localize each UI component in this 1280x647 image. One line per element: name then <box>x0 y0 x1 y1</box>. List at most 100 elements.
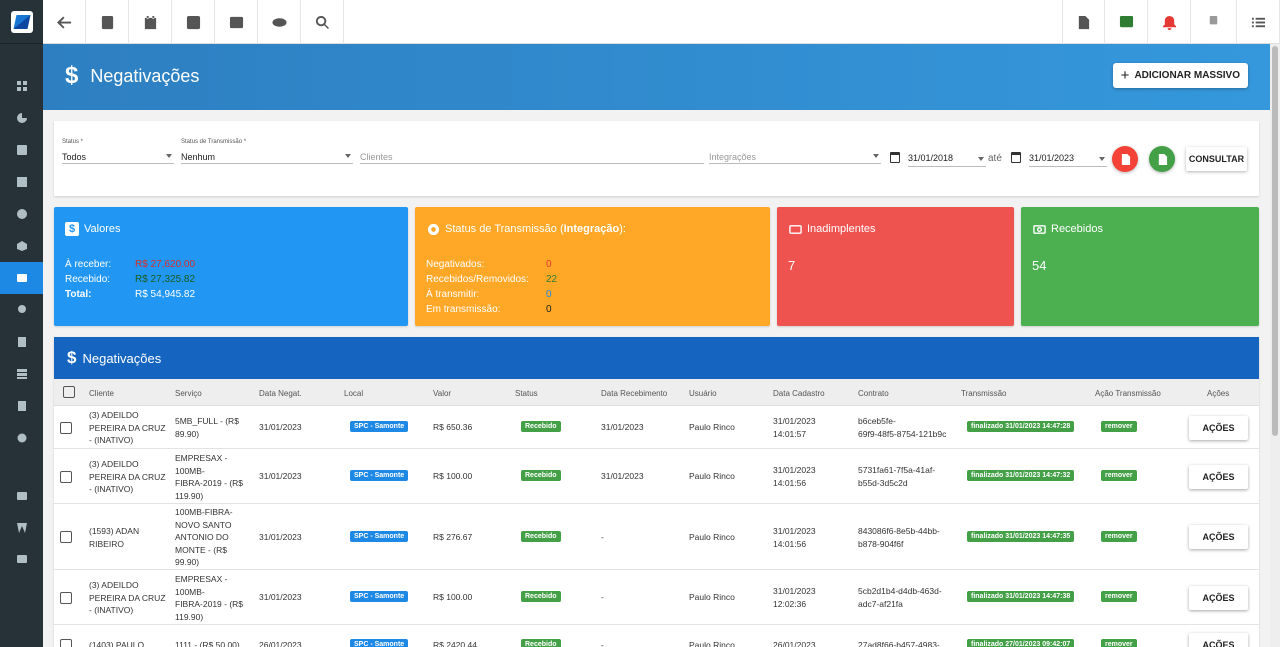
cell-cliente: (1403) PAULO <box>89 640 145 647</box>
actions-button[interactable]: AÇÕES <box>1189 465 1248 489</box>
cell-servico: EMPRESAX -100MB- FIBRA-2019 - (R$ 119.90) <box>175 574 244 622</box>
sidebar-item-location[interactable] <box>0 294 43 326</box>
sidebar-item-wiki[interactable] <box>0 512 43 544</box>
row-checkbox[interactable] <box>60 592 72 604</box>
remove-badge[interactable]: remover <box>1101 639 1137 647</box>
cell-valor: R$ 276.67 <box>433 532 473 542</box>
status-select[interactable]: Status * Todos <box>62 139 174 164</box>
col-contrato[interactable]: Contrato <box>858 389 889 398</box>
terminal-icon <box>229 16 243 28</box>
col-status[interactable]: Status <box>515 389 538 398</box>
col-data-negat[interactable]: Data Negat. <box>259 389 302 398</box>
tasks-button[interactable] <box>1105 0 1148 44</box>
eye-icon <box>271 17 287 27</box>
page-header: $ Negativações + ADICIONAR MASSIVO <box>43 44 1270 110</box>
local-badge: SPC - Samonte <box>350 591 409 602</box>
pdf-button[interactable] <box>1062 0 1105 44</box>
user-menu-button[interactable] <box>1191 0 1237 44</box>
cash-icon <box>1032 222 1046 236</box>
calendar-clock-icon <box>16 209 27 219</box>
col-acoes[interactable]: Ações <box>1207 389 1229 398</box>
cell-usuario: Paulo Rinco <box>689 471 735 481</box>
actions-button[interactable]: AÇÕES <box>1189 525 1248 549</box>
col-servico[interactable]: Serviço <box>175 389 202 398</box>
sidebar-item-panel[interactable] <box>0 166 43 198</box>
col-cliente[interactable]: Cliente <box>89 389 114 398</box>
actions-button[interactable]: AÇÕES <box>1189 586 1248 610</box>
sidebar-item-contacts[interactable] <box>0 134 43 166</box>
sidebar-item-files[interactable] <box>0 390 43 422</box>
sidebar-item-documents[interactable] <box>0 326 43 358</box>
cell-contrato: 5731fa61-7f5a-41af-b55d-3d5c2d <box>858 465 936 488</box>
col-data-cadastro[interactable]: Data Cadastro <box>773 389 825 398</box>
add-massive-button[interactable]: + ADICIONAR MASSIVO <box>1112 63 1248 88</box>
page-title: $ Negativações <box>65 62 200 89</box>
date-from-input[interactable]: 31/01/2018 <box>908 153 986 167</box>
received-card: Recebidos 54 <box>1021 207 1259 326</box>
transmission-status-select[interactable]: Status de Transmissão * Nenhum <box>181 139 353 164</box>
financial-button[interactable] <box>172 0 215 44</box>
sidebar-item-video[interactable] <box>0 480 43 512</box>
row-checkbox[interactable] <box>60 639 72 647</box>
search-button[interactable] <box>301 0 344 44</box>
remove-badge[interactable]: remover <box>1101 531 1137 542</box>
col-local[interactable]: Local <box>344 389 363 398</box>
row-checkbox[interactable] <box>60 422 72 434</box>
alerts-button[interactable] <box>1148 0 1191 44</box>
date-to-input[interactable]: 31/01/2023 <box>1029 153 1107 167</box>
dollar-icon: $ <box>65 62 79 89</box>
sidebar-item-settings[interactable] <box>0 422 43 454</box>
sidebar-item-chat[interactable] <box>0 544 43 576</box>
clients-input[interactable]: Clientes <box>360 139 704 164</box>
sidebar-item-financial[interactable] <box>0 262 43 294</box>
back-button[interactable] <box>43 0 86 44</box>
menu-button[interactable] <box>1237 0 1280 44</box>
col-data-recebimento[interactable]: Data Recebimento <box>601 389 667 398</box>
row-checkbox[interactable] <box>60 471 72 483</box>
cell-data-cadastro: 26/01/2023 <box>773 640 816 647</box>
actions-button[interactable]: AÇÕES <box>1189 633 1248 647</box>
sidebar-item-dashboard[interactable] <box>0 70 43 102</box>
col-usuario[interactable]: Usuário <box>689 389 717 398</box>
contacts-button[interactable] <box>86 0 129 44</box>
status-badge: Recebido <box>521 531 561 542</box>
consult-button[interactable]: CONSULTAR <box>1186 147 1247 171</box>
cell-servico: 5MB_FULL - (R$ 89.90) <box>175 416 239 439</box>
calendar-button[interactable] <box>129 0 172 44</box>
app-logo[interactable] <box>0 0 43 44</box>
sidebar-item-reports[interactable] <box>0 102 43 134</box>
col-transmissao[interactable]: Transmissão <box>961 389 1007 398</box>
cell-data-negat: 31/01/2023 <box>259 422 302 432</box>
cell-valor: R$ 100.00 <box>433 471 473 481</box>
video-icon <box>16 492 27 500</box>
actions-button[interactable]: AÇÕES <box>1189 416 1248 440</box>
cell-usuario: Paulo Rinco <box>689 422 735 432</box>
values-card: $ Valores À receber: R$ 27,620.00 Recebid… <box>54 207 408 326</box>
cell-data-negat: 31/01/2023 <box>259 471 302 481</box>
local-badge: SPC - Samonte <box>350 421 409 432</box>
map-pin-icon <box>17 305 26 313</box>
sidebar-item-products[interactable] <box>0 230 43 262</box>
remove-badge[interactable]: remover <box>1101 421 1137 432</box>
terminal-button[interactable] <box>215 0 258 44</box>
sidebar-item-calendar[interactable] <box>0 198 43 230</box>
select-all-checkbox[interactable] <box>63 386 75 398</box>
export-excel-button[interactable] <box>1149 146 1175 172</box>
view-button[interactable] <box>258 0 301 44</box>
contact-icon <box>16 145 27 155</box>
sidebar-item-network[interactable] <box>0 358 43 390</box>
table-row: (3) ADEILDO PEREIRA DA CRUZ - (INATIVO) EMP… <box>54 449 1259 504</box>
row-checkbox[interactable] <box>60 531 72 543</box>
page-scrollbar[interactable] <box>1270 44 1280 647</box>
integrations-select[interactable]: Integrações <box>709 139 881 164</box>
export-pdf-button[interactable] <box>1112 146 1138 172</box>
remove-badge[interactable]: remover <box>1101 470 1137 481</box>
cell-data-recebimento: - <box>601 532 604 542</box>
sidebar <box>0 0 43 647</box>
cell-contrato: 5cb2d1b4-d4db-463d-adc7-af21fa <box>858 586 942 609</box>
col-acao-transmissao[interactable]: Ação Transmissão <box>1095 389 1161 398</box>
remove-badge[interactable]: remover <box>1101 591 1137 602</box>
grid-icon <box>16 81 27 91</box>
cell-data-cadastro: 31/01/2023 14:01:56 <box>773 465 816 488</box>
col-valor[interactable]: Valor <box>433 389 451 398</box>
